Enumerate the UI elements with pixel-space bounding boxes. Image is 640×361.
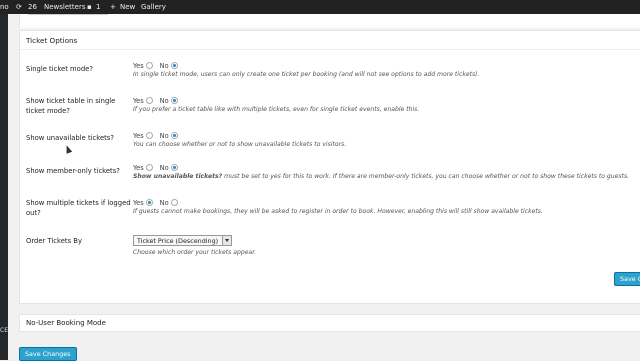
panel-title[interactable]: Ticket Options	[26, 36, 77, 45]
save-changes-button-panel[interactable]: Save Ch	[614, 272, 640, 286]
single-ticket-mode-desc: In single ticket mode, users can only cr…	[133, 71, 480, 78]
yes-label: Yes	[133, 97, 144, 105]
order-tickets-select[interactable]: Ticket Price (Descending)	[133, 235, 232, 246]
member-only-desc: Show unavailable tickets? must be set to…	[133, 173, 629, 180]
admin-menu-fragment[interactable]: CE	[0, 327, 8, 334]
yes-radio[interactable]	[145, 61, 153, 69]
yes-label: Yes	[133, 132, 144, 140]
member-only-label: Show member-only tickets?	[26, 167, 120, 175]
yes-radio[interactable]	[145, 163, 153, 171]
order-tickets-value: Ticket Price (Descending)	[137, 237, 219, 245]
chevron-down-icon[interactable]	[222, 236, 231, 245]
no-radio[interactable]	[170, 131, 178, 139]
ticket-options-panel: Ticket Options Single ticket mode? Yes No…	[19, 30, 640, 304]
ticket-table-label: Show ticket table in single ticket mode?	[26, 97, 116, 115]
yes-radio[interactable]	[145, 131, 153, 139]
no-radio[interactable]	[170, 198, 178, 206]
unavailable-tickets-desc: You can choose whether or not to show un…	[133, 141, 347, 148]
no-label: No	[159, 62, 169, 70]
no-radio[interactable]	[170, 61, 178, 69]
member-only-desc-bold: Show unavailable tickets?	[133, 173, 223, 180]
updates-icon[interactable]: ⟳	[16, 0, 22, 14]
order-tickets-label: Order Tickets By	[26, 237, 82, 245]
yes-radio[interactable]	[145, 198, 153, 206]
member-only-options: Yes No	[133, 163, 185, 172]
previous-panel-edge	[19, 14, 640, 28]
multiple-tickets-options: Yes No	[133, 198, 185, 207]
unavailable-tickets-label: Show unavailable tickets?	[26, 134, 114, 142]
plus-icon[interactable]: +	[110, 0, 116, 14]
divider	[20, 49, 640, 50]
site-name-fragment[interactable]: no	[0, 0, 9, 14]
single-ticket-mode-label: Single ticket mode?	[26, 65, 93, 73]
yes-label: Yes	[133, 62, 144, 70]
ticket-table-options: Yes No	[133, 96, 185, 105]
yes-radio[interactable]	[145, 96, 153, 104]
no-label: No	[159, 132, 169, 140]
member-only-desc-text: must be set to yes for this to work. If …	[222, 173, 630, 180]
panel-title[interactable]: No-User Booking Mode	[26, 319, 106, 327]
new-link[interactable]: New	[120, 0, 135, 14]
no-user-booking-panel: No-User Booking Mode	[19, 314, 640, 332]
unavailable-tickets-options: Yes No	[133, 131, 185, 140]
single-ticket-mode-options: Yes No	[133, 61, 185, 70]
multiple-tickets-label: Show multiple tickets if logged out?	[26, 199, 131, 217]
no-radio[interactable]	[170, 96, 178, 104]
no-label: No	[159, 199, 169, 207]
multiple-tickets-desc: If guests cannot make bookings, they wil…	[133, 208, 543, 215]
no-label: No	[159, 164, 169, 172]
yes-label: Yes	[133, 199, 144, 207]
save-changes-button[interactable]: Save Changes	[19, 347, 77, 361]
admin-menu: CE	[0, 14, 8, 360]
order-tickets-desc: Choose which order your tickets appear.	[133, 249, 257, 256]
ticket-table-desc: If you prefer a ticket table like with m…	[133, 106, 420, 113]
no-radio[interactable]	[170, 163, 178, 171]
gallery-link[interactable]: Gallery	[141, 0, 166, 14]
yes-label: Yes	[133, 164, 144, 172]
no-label: No	[159, 97, 169, 105]
